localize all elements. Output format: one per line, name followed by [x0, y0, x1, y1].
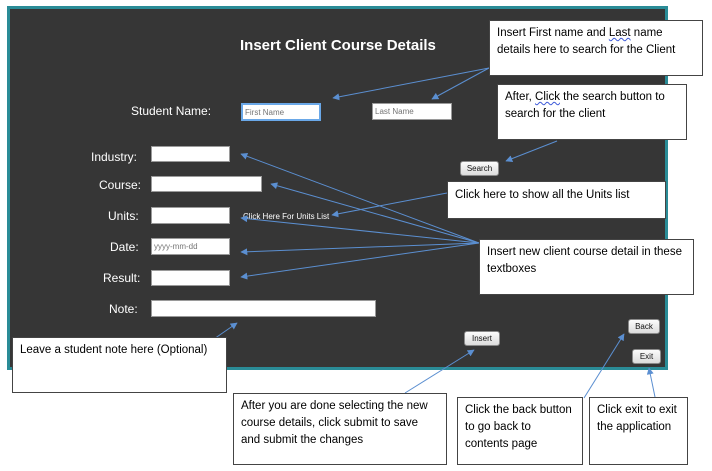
search-annotation: After, Click the search button to search…	[497, 84, 687, 140]
name-annotation: Insert First name and Last name details …	[489, 20, 703, 76]
units-input[interactable]	[151, 207, 230, 224]
name-annotation-text: Insert First name and	[497, 27, 609, 39]
search-annotation-text: After,	[505, 91, 536, 103]
exit-annotation: Click exit to exit the application	[589, 397, 688, 465]
name-annotation-last: Last	[608, 27, 631, 39]
units-annotation: Click here to show all the Units list	[447, 181, 666, 219]
name-annotation-line2: details here to search for the Client	[497, 44, 676, 56]
name-annotation-name: name	[630, 27, 663, 39]
textbox-annotation: Insert new client course detail in these…	[479, 239, 694, 295]
units-label: Units:	[108, 209, 139, 223]
date-label: Date:	[110, 240, 139, 254]
date-input[interactable]	[151, 238, 230, 255]
back-annotation: Click the back button to go back to cont…	[457, 397, 583, 465]
insert-annotation: After you are done selecting the new cou…	[233, 393, 447, 465]
search-button[interactable]: Search	[460, 161, 499, 176]
note-label: Note:	[109, 302, 138, 316]
search-annotation-line2: search for the client	[505, 108, 606, 120]
last-name-input[interactable]	[372, 103, 452, 120]
search-annotation-click: Click	[535, 91, 560, 103]
result-label: Result:	[103, 271, 141, 285]
back-button[interactable]: Back	[628, 319, 660, 334]
course-input[interactable]	[151, 176, 262, 192]
industry-input[interactable]	[151, 146, 230, 162]
insert-button[interactable]: Insert	[464, 331, 500, 346]
first-name-input[interactable]	[241, 103, 321, 121]
student-name-label: Student Name:	[131, 104, 212, 118]
units-list-link[interactable]: Click Here For Units List	[243, 212, 329, 221]
arrow-to-exit	[646, 367, 656, 398]
exit-button[interactable]: Exit	[632, 349, 661, 364]
page-title: Insert Client Course Details	[240, 37, 436, 54]
search-annotation-rest: the search button to	[559, 91, 665, 103]
student-note-annotation: Leave a student note here (Optional)	[12, 337, 227, 393]
industry-label: Industry:	[91, 150, 138, 164]
note-input[interactable]	[151, 300, 376, 317]
result-input[interactable]	[151, 270, 230, 286]
course-label: Course:	[99, 178, 142, 192]
